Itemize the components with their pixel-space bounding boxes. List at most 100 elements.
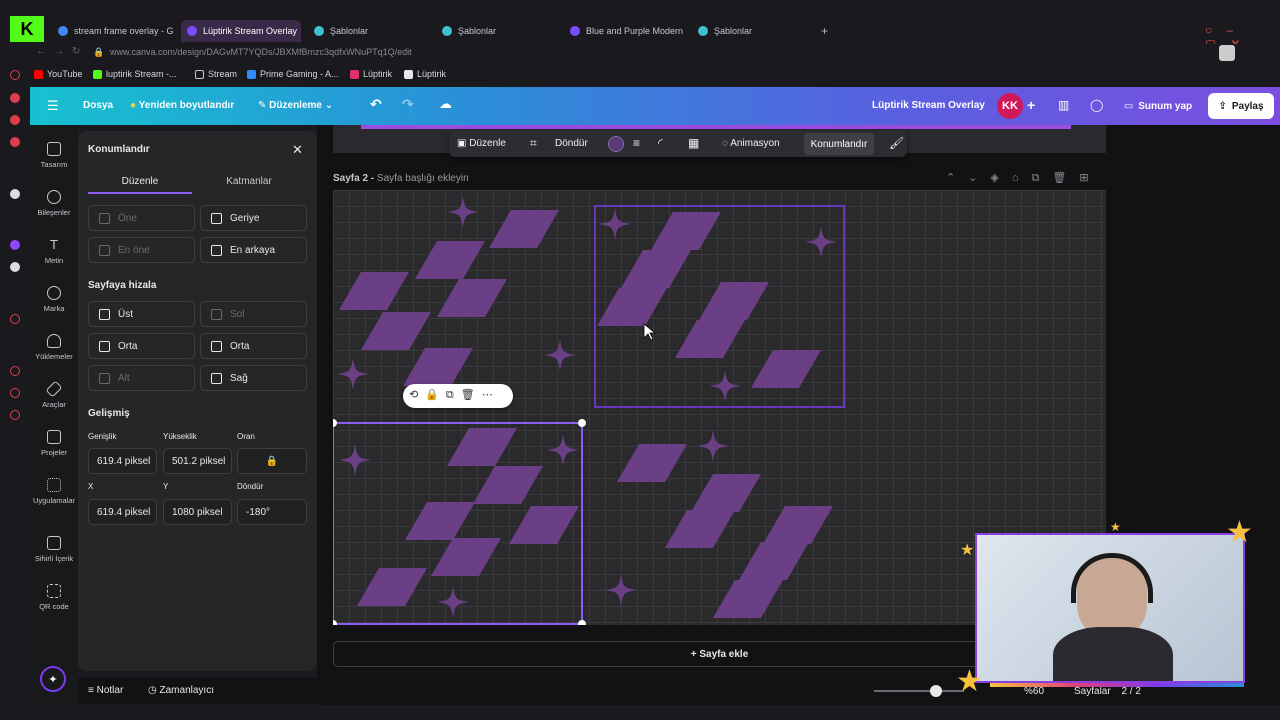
paint-format-icon[interactable]: 🖌: [889, 136, 904, 150]
rail-icon-9[interactable]: [10, 366, 20, 376]
editing-dropdown[interactable]: ✎ Düzenleme ⌄: [258, 100, 333, 111]
avatar[interactable]: KK: [997, 93, 1023, 119]
diamond-shape[interactable]: [665, 510, 735, 548]
diamond-shape[interactable]: [763, 506, 833, 544]
to-front-button[interactable]: En öne: [88, 237, 195, 263]
transparency-icon[interactable]: ▦: [688, 136, 699, 150]
zoom-slider[interactable]: [874, 690, 964, 692]
tab-2[interactable]: Şablonlar: [314, 20, 424, 42]
sparkle-shape[interactable]: [599, 208, 631, 240]
nav-apps[interactable]: Uygulamalar: [30, 478, 78, 505]
diamond-shape[interactable]: [431, 538, 501, 576]
backward-button[interactable]: Geriye: [200, 205, 307, 231]
redo-icon[interactable]: ↷: [402, 96, 414, 113]
sparkle-shape[interactable]: [605, 574, 637, 606]
notes-button[interactable]: ≡ Notlar: [88, 685, 123, 696]
present-button[interactable]: ▭ Sunum yap: [1116, 93, 1200, 119]
sparkle-shape[interactable]: [805, 226, 837, 258]
diamond-shape[interactable]: [489, 210, 559, 248]
diamond-shape[interactable]: [361, 312, 431, 350]
fill-color-swatch[interactable]: [608, 136, 624, 152]
height-input[interactable]: 501.2 piksel: [163, 448, 232, 474]
rail-icon-11[interactable]: [10, 410, 20, 420]
y-input[interactable]: 1080 piksel: [163, 499, 232, 525]
animate-button[interactable]: ◌ Animasyon: [722, 138, 780, 149]
diamond-shape[interactable]: [713, 580, 783, 618]
nav-projects[interactable]: Projeler: [30, 430, 78, 457]
diamond-shape[interactable]: [651, 212, 721, 250]
add-member-plus-icon[interactable]: +: [1027, 97, 1035, 113]
file-menu[interactable]: Dosya: [83, 100, 113, 111]
timer-button[interactable]: ◷ Zamanlayıcı: [148, 685, 214, 696]
diamond-shape[interactable]: [617, 444, 687, 482]
sparkle-shape[interactable]: [697, 430, 729, 462]
design-title[interactable]: Lüptirik Stream Overlay: [872, 100, 985, 111]
quick-action-icons[interactable]: ⟲🔒⧉🗑⋯: [409, 388, 500, 402]
bookmark-kick[interactable]: luptirik Stream -...: [93, 69, 177, 79]
edit-button[interactable]: ▣ Düzenle: [457, 138, 506, 149]
sparkle-shape[interactable]: [339, 444, 371, 476]
forward-button[interactable]: Öne: [88, 205, 195, 231]
align-right-button[interactable]: Sağ: [200, 365, 307, 391]
rail-icon-10[interactable]: [10, 388, 20, 398]
rail-icon-4[interactable]: [10, 137, 20, 147]
resize-handle[interactable]: [578, 620, 586, 625]
nav-text[interactable]: T Metin: [30, 238, 78, 266]
diamond-shape[interactable]: [621, 250, 691, 288]
ratio-lock-button[interactable]: 🔒: [237, 448, 307, 474]
tab-5[interactable]: Şablonlar: [698, 20, 808, 42]
pages-button[interactable]: Sayfalar 2 / 2: [1074, 686, 1141, 697]
nav-design[interactable]: Tasarım: [30, 142, 78, 169]
nav-tools[interactable]: Araçlar: [30, 380, 78, 409]
sparkle-shape[interactable]: [709, 370, 741, 402]
hamburger-menu-icon[interactable]: ☰: [47, 98, 59, 114]
rail-icon-8[interactable]: [10, 314, 20, 324]
profile-icon[interactable]: [1219, 45, 1235, 61]
url-text[interactable]: www.canva.com/design/DAGvMT7YQDs/JBXMfBm…: [110, 47, 412, 57]
diamond-shape[interactable]: [415, 241, 485, 279]
diamond-shape[interactable]: [405, 502, 475, 540]
sparkle-shape[interactable]: [447, 196, 479, 228]
border-style-icon[interactable]: ≡: [633, 136, 640, 150]
page-title-input[interactable]: Sayfa başlığı ekleyin: [377, 173, 469, 184]
tab-layers[interactable]: Katmanlar: [197, 176, 301, 187]
nav-elements[interactable]: Bileşenler: [30, 190, 78, 217]
nav-uploads[interactable]: Yüklemeler: [30, 334, 78, 361]
diamond-shape[interactable]: [473, 466, 543, 504]
tab-3[interactable]: Şablonlar: [442, 20, 552, 42]
rail-icon-5[interactable]: [10, 189, 20, 199]
nav-brand[interactable]: Marka: [30, 286, 78, 313]
tab-1-active[interactable]: Lüptirik Stream Overlay: [181, 20, 301, 42]
twitch-icon[interactable]: [10, 240, 20, 250]
cloud-save-icon[interactable]: ☁: [439, 96, 452, 112]
bookmark-x[interactable]: Lüptirik: [404, 69, 446, 79]
page-controls[interactable]: ⌃⌄◈⌂⧉🗑⊞: [946, 171, 1102, 185]
align-middle-button[interactable]: Orta: [88, 333, 195, 359]
bookmark-prime[interactable]: Prime Gaming - A...: [247, 69, 339, 79]
resize-handle[interactable]: [333, 620, 337, 625]
align-top-button[interactable]: Üst: [88, 301, 195, 327]
sparkle-shape[interactable]: [544, 339, 576, 371]
rail-icon-1[interactable]: [10, 70, 20, 80]
diamond-shape[interactable]: [597, 288, 667, 326]
undo-icon[interactable]: ↶: [370, 96, 382, 113]
resize-handle[interactable]: [578, 419, 586, 427]
diamond-shape[interactable]: [509, 506, 579, 544]
close-panel-icon[interactable]: ✕: [292, 142, 303, 158]
nav-magic-media[interactable]: Sihirli İçerik: [30, 536, 78, 563]
diamond-shape[interactable]: [691, 474, 761, 512]
magic-assistant-icon[interactable]: ✦: [40, 666, 66, 692]
align-left-button[interactable]: Sol: [200, 301, 307, 327]
position-button[interactable]: Konumlandır: [804, 133, 874, 155]
bookmark-stream[interactable]: Stream: [195, 69, 237, 79]
bookmark-instagram[interactable]: Lüptirik: [350, 69, 392, 79]
align-bottom-button[interactable]: Alt: [88, 365, 195, 391]
diamond-shape[interactable]: [699, 282, 769, 320]
nav-arrows-icon[interactable]: ←→↻: [36, 46, 88, 57]
diamond-shape[interactable]: [675, 320, 745, 358]
resize-button[interactable]: ● Yeniden boyutlandır: [130, 100, 234, 111]
corner-rounding-icon[interactable]: ◜: [658, 136, 663, 150]
align-center-button[interactable]: Orta: [200, 333, 307, 359]
diamond-shape[interactable]: [751, 350, 821, 388]
zoom-slider-thumb[interactable]: [930, 685, 942, 697]
